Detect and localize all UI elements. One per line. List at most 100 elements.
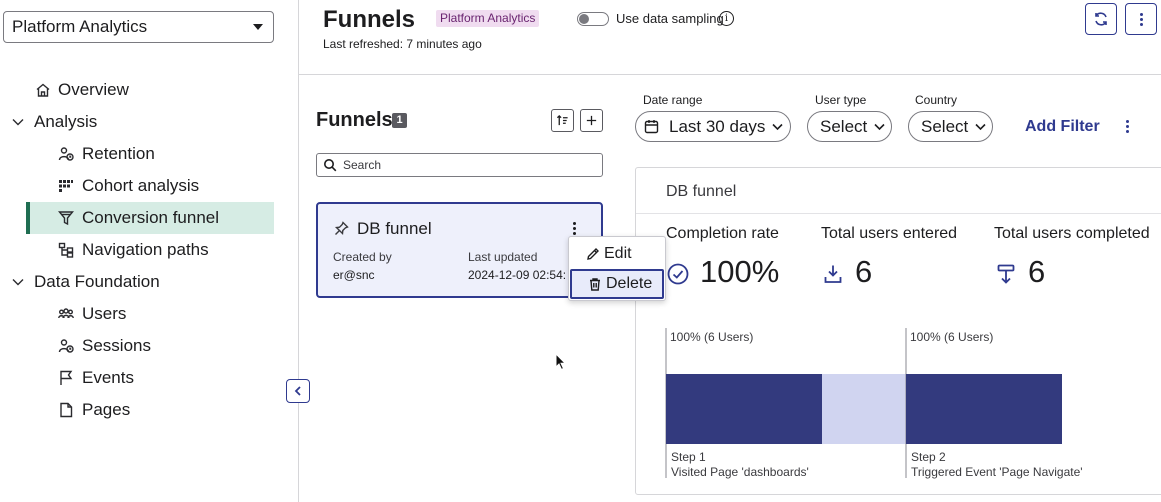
sidebar-item-label: Cohort analysis (82, 176, 200, 195)
sidebar-item-label: Data Foundation (34, 272, 160, 291)
menu-item-edit[interactable]: Edit (570, 239, 664, 269)
navigation-paths-icon (57, 241, 75, 259)
sidebar-item-label: Retention (82, 144, 155, 163)
chevron-down-icon (874, 123, 885, 131)
sidebar-item-navigation-paths[interactable]: Navigation paths (0, 234, 299, 266)
sidebar-item-users[interactable]: Users (0, 298, 299, 330)
pin-icon[interactable] (334, 221, 349, 236)
funnel-card-menu-button[interactable] (573, 222, 576, 235)
chevron-left-icon (294, 386, 301, 396)
sort-button[interactable] (551, 109, 574, 132)
sidebar-item-label: Sessions (82, 336, 151, 355)
info-icon[interactable]: i (719, 11, 734, 26)
sidebar-nav: Overview Analysis Retention Cohort analy… (0, 74, 299, 426)
sidebar-item-overview[interactable]: Overview (0, 74, 299, 106)
refresh-button[interactable] (1085, 3, 1117, 35)
search-input[interactable] (343, 158, 593, 172)
date-range-label: Date range (643, 93, 703, 107)
sidebar-item-cohort-analysis[interactable]: Cohort analysis (0, 170, 299, 202)
sidebar-group-data-foundation[interactable]: Data Foundation (0, 266, 299, 298)
search-field[interactable] (316, 153, 603, 177)
filters-more-button[interactable] (1126, 120, 1129, 133)
user-type-value: Select (820, 116, 868, 136)
last-updated-value: 2024-12-09 02:54: (468, 268, 567, 282)
calendar-icon (644, 120, 659, 134)
page-header: Funnels Platform Analytics Use data samp… (299, 0, 1161, 75)
app-badge: Platform Analytics (436, 10, 540, 27)
created-by-value: er@snc (333, 268, 375, 282)
funnels-count-badge: 1 (392, 113, 407, 128)
user-type-select[interactable]: Select (807, 111, 892, 142)
kebab-icon (573, 222, 576, 235)
kebab-icon (1126, 120, 1129, 133)
chevron-down-icon (9, 113, 27, 131)
sidebar-item-label: Pages (82, 400, 131, 419)
sidebar-item-label: Users (82, 304, 127, 323)
kebab-icon (1139, 12, 1143, 26)
home-icon (34, 81, 52, 99)
last-updated-label: Last updated (468, 250, 538, 264)
sidebar-item-events[interactable]: Events (0, 362, 299, 394)
add-filter-link[interactable]: Add Filter (1025, 118, 1100, 136)
user-type-label: User type (815, 93, 867, 107)
sidebar-item-label: Navigation paths (82, 240, 209, 259)
page-title: Funnels (323, 6, 416, 33)
collapse-sidebar-button[interactable] (286, 379, 310, 403)
refresh-icon (1095, 12, 1107, 26)
step-name-label: Visited Page 'dashboards' (671, 465, 809, 479)
country-value: Select (921, 116, 969, 136)
funnel-bar (666, 374, 822, 444)
country-label: Country (915, 93, 958, 107)
date-range-value: Last 30 days (669, 116, 766, 136)
funnel-detail-card: DB funnel Completion rate 100% Total use… (635, 167, 1161, 495)
more-options-button[interactable] (1125, 3, 1157, 35)
app-select[interactable]: Platform Analytics (3, 11, 274, 43)
pencil-icon (587, 248, 599, 260)
sidebar-item-label: Conversion funnel (82, 208, 220, 227)
funnels-list-title: Funnels (316, 109, 393, 131)
country-select[interactable]: Select (908, 111, 993, 142)
sidebar-item-pages[interactable]: Pages (0, 394, 299, 426)
users-icon (57, 305, 75, 323)
date-range-select[interactable]: Last 30 days (635, 111, 791, 142)
caret-down-icon (253, 24, 263, 30)
funnel-chart: 100% (6 Users) Step 1Visited Page 'dashbo… (665, 328, 1083, 479)
funnel-icon (57, 209, 75, 227)
sidebar-item-label: Overview (58, 80, 129, 99)
mouse-cursor-icon (555, 353, 567, 371)
search-icon (324, 159, 337, 172)
chevron-down-icon (772, 123, 783, 131)
created-by-label: Created by (333, 250, 392, 264)
bar-value-label: 100% (6 Users) (670, 330, 753, 344)
step-name-label: Triggered Event 'Page Navigate' (911, 465, 1083, 479)
flag-icon (57, 369, 75, 387)
funnel-connector (822, 374, 906, 444)
sidebar-item-label: Events (82, 368, 134, 387)
trash-icon (590, 278, 600, 291)
bar-value-label: 100% (6 Users) (910, 330, 993, 344)
sort-icon (556, 114, 568, 126)
add-funnel-button[interactable] (580, 109, 603, 132)
app-select-value: Platform Analytics (12, 17, 148, 36)
funnel-bar (906, 374, 1062, 444)
sidebar-item-retention[interactable]: Retention (0, 138, 299, 170)
data-sampling-toggle[interactable] (577, 12, 609, 26)
step-label: Step 2 (911, 450, 946, 464)
funnel-card-title: DB funnel (357, 219, 432, 238)
plus-icon (586, 115, 597, 126)
sidebar-group-analysis[interactable]: Analysis (0, 106, 299, 138)
menu-item-label: Edit (604, 245, 632, 262)
menu-item-delete[interactable]: Delete (570, 269, 664, 299)
page-icon (57, 401, 75, 419)
menu-item-label: Delete (606, 275, 653, 292)
sidebar-item-conversion-funnel[interactable]: Conversion funnel (26, 202, 274, 234)
chevron-down-icon (9, 273, 27, 291)
funnel-card[interactable]: DB funnel Created by er@snc Last updated… (316, 202, 603, 298)
data-sampling-label: Use data sampling (616, 11, 724, 26)
sidebar: Platform Analytics Overview Analysis Ret… (0, 0, 299, 502)
step-label: Step 1 (671, 450, 706, 464)
last-refreshed: Last refreshed: 7 minutes ago (323, 37, 482, 51)
sessions-icon (57, 337, 75, 355)
funnel-context-menu: Edit Delete (568, 236, 666, 301)
sidebar-item-sessions[interactable]: Sessions (0, 330, 299, 362)
